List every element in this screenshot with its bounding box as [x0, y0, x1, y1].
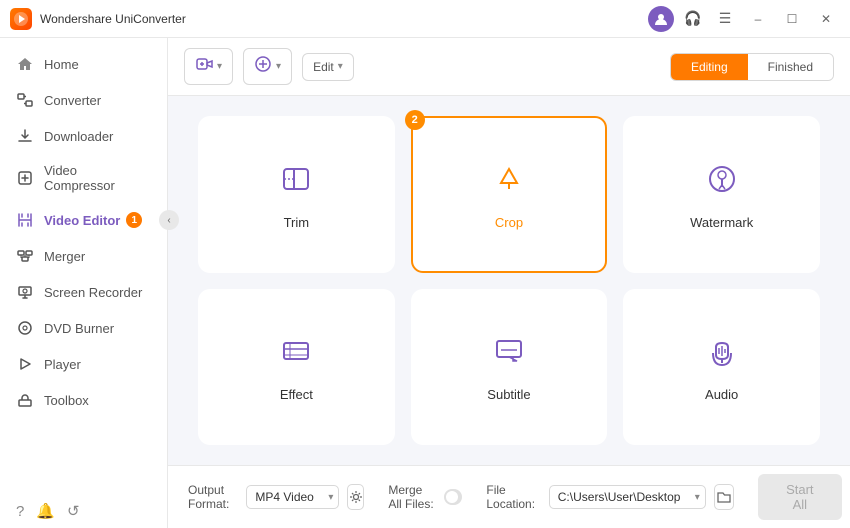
edit-dropdown-arrow: ▾	[338, 61, 343, 72]
add-video-icon	[195, 55, 213, 78]
subtitle-icon	[489, 331, 529, 379]
minimize-button[interactable]: –	[744, 8, 772, 30]
add-video-dropdown-arrow: ▾	[217, 61, 222, 72]
card-audio[interactable]: Audio	[623, 289, 820, 446]
sidebar-label-compressor: Video Compressor	[44, 163, 151, 193]
crop-label: Crop	[495, 215, 523, 230]
avatar-icon[interactable]	[648, 6, 674, 32]
tab-editing[interactable]: Editing	[671, 54, 748, 80]
window-controls: 🎧 ☰ – ☐ ✕	[648, 6, 840, 32]
app-title: Wondershare UniConverter	[40, 12, 648, 26]
bell-icon[interactable]: 🔔	[36, 502, 55, 520]
screen-recorder-icon	[16, 283, 34, 301]
effect-label: Effect	[280, 387, 313, 402]
title-bar: Wondershare UniConverter 🎧 ☰ – ☐ ✕	[0, 0, 850, 38]
cards-grid: Trim 2 Crop	[168, 96, 850, 465]
trim-icon	[276, 159, 316, 207]
file-location-select-wrap: C:\Users\User\Desktop	[549, 485, 706, 509]
headset-icon[interactable]: 🎧	[680, 6, 706, 32]
crop-badge: 2	[405, 110, 425, 130]
video-editor-icon	[16, 211, 34, 229]
audio-icon	[702, 331, 742, 379]
sidebar-item-toolbox[interactable]: Toolbox	[0, 382, 167, 418]
tab-finished[interactable]: Finished	[748, 54, 833, 80]
close-button[interactable]: ✕	[812, 8, 840, 30]
sidebar-label-downloader: Downloader	[44, 129, 113, 144]
sidebar-label-home: Home	[44, 57, 79, 72]
output-format-field: Output Format: MP4 Video	[188, 483, 364, 511]
bottom-bar: Output Format: MP4 Video Merge All Files…	[168, 465, 850, 528]
audio-label: Audio	[705, 387, 738, 402]
file-location-field: File Location: C:\Users\User\Desktop	[486, 483, 734, 511]
tab-group: Editing Finished	[670, 53, 834, 81]
output-format-select-wrap: MP4 Video	[246, 485, 339, 509]
file-location-label: File Location:	[486, 483, 540, 511]
sidebar-item-downloader[interactable]: Downloader	[0, 118, 167, 154]
merge-all-toggle[interactable]	[444, 489, 463, 505]
converter-icon	[16, 91, 34, 109]
add-clip-button[interactable]: ▾	[243, 48, 292, 85]
file-location-folder-icon[interactable]	[714, 484, 734, 510]
content-area: ▾ ▾ Edit ▾ Editing	[168, 38, 850, 528]
app-logo	[10, 8, 32, 30]
hamburger-icon[interactable]: ☰	[712, 6, 738, 32]
sidebar-item-video-editor[interactable]: Video Editor 1 ‹	[0, 202, 167, 238]
sidebar-item-home[interactable]: Home	[0, 46, 167, 82]
sidebar-collapse-button[interactable]: ‹	[159, 210, 179, 230]
merge-all-label: Merge All Files:	[388, 483, 435, 511]
sidebar-label-toolbox: Toolbox	[44, 393, 89, 408]
sidebar-item-converter[interactable]: Converter	[0, 82, 167, 118]
output-format-select[interactable]: MP4 Video	[246, 485, 339, 509]
sidebar-item-merger[interactable]: Merger	[0, 238, 167, 274]
help-icon[interactable]: ?	[16, 503, 24, 520]
video-editor-badge: 1	[126, 212, 142, 228]
add-clip-icon	[254, 55, 272, 78]
merger-icon	[16, 247, 34, 265]
subtitle-label: Subtitle	[487, 387, 530, 402]
merge-all-field: Merge All Files:	[388, 483, 462, 511]
file-location-select[interactable]: C:\Users\User\Desktop	[549, 485, 706, 509]
sidebar-label-player: Player	[44, 357, 81, 372]
downloader-icon	[16, 127, 34, 145]
card-trim[interactable]: Trim	[198, 116, 395, 273]
toolbar: ▾ ▾ Edit ▾ Editing	[168, 38, 850, 96]
card-effect[interactable]: Effect	[198, 289, 395, 446]
player-icon	[16, 355, 34, 373]
sidebar-item-player[interactable]: Player	[0, 346, 167, 382]
start-all-button[interactable]: Start All	[758, 474, 841, 520]
sync-icon[interactable]: ↺	[67, 502, 80, 520]
toolbox-icon	[16, 391, 34, 409]
sidebar-label-merger: Merger	[44, 249, 85, 264]
sidebar-item-screen-recorder[interactable]: Screen Recorder	[0, 274, 167, 310]
sidebar: Home Converter Downloader Video Compress…	[0, 38, 168, 528]
effect-icon	[276, 331, 316, 379]
sidebar-label-converter: Converter	[44, 93, 101, 108]
card-crop[interactable]: 2 Crop	[411, 116, 608, 273]
compressor-icon	[16, 169, 34, 187]
output-format-settings-icon[interactable]	[347, 484, 364, 510]
add-video-button[interactable]: ▾	[184, 48, 233, 85]
crop-icon	[489, 159, 529, 207]
sidebar-label-dvd-burner: DVD Burner	[44, 321, 114, 336]
trim-label: Trim	[284, 215, 310, 230]
sidebar-item-video-compressor[interactable]: Video Compressor	[0, 154, 167, 202]
edit-dropdown-label: Edit	[313, 60, 334, 74]
sidebar-footer: ? 🔔 ↺	[0, 498, 167, 520]
edit-dropdown[interactable]: Edit ▾	[302, 53, 354, 81]
maximize-button[interactable]: ☐	[778, 8, 806, 30]
watermark-label: Watermark	[690, 215, 753, 230]
dvd-burner-icon	[16, 319, 34, 337]
add-clip-dropdown-arrow: ▾	[276, 61, 281, 72]
sidebar-label-video-editor: Video Editor	[44, 213, 120, 228]
card-watermark[interactable]: Watermark	[623, 116, 820, 273]
sidebar-label-screen-recorder: Screen Recorder	[44, 285, 142, 300]
output-format-label: Output Format:	[188, 483, 238, 511]
card-subtitle[interactable]: Subtitle	[411, 289, 608, 446]
watermark-icon	[702, 159, 742, 207]
main-layout: Home Converter Downloader Video Compress…	[0, 38, 850, 528]
sidebar-item-dvd-burner[interactable]: DVD Burner	[0, 310, 167, 346]
home-icon	[16, 55, 34, 73]
